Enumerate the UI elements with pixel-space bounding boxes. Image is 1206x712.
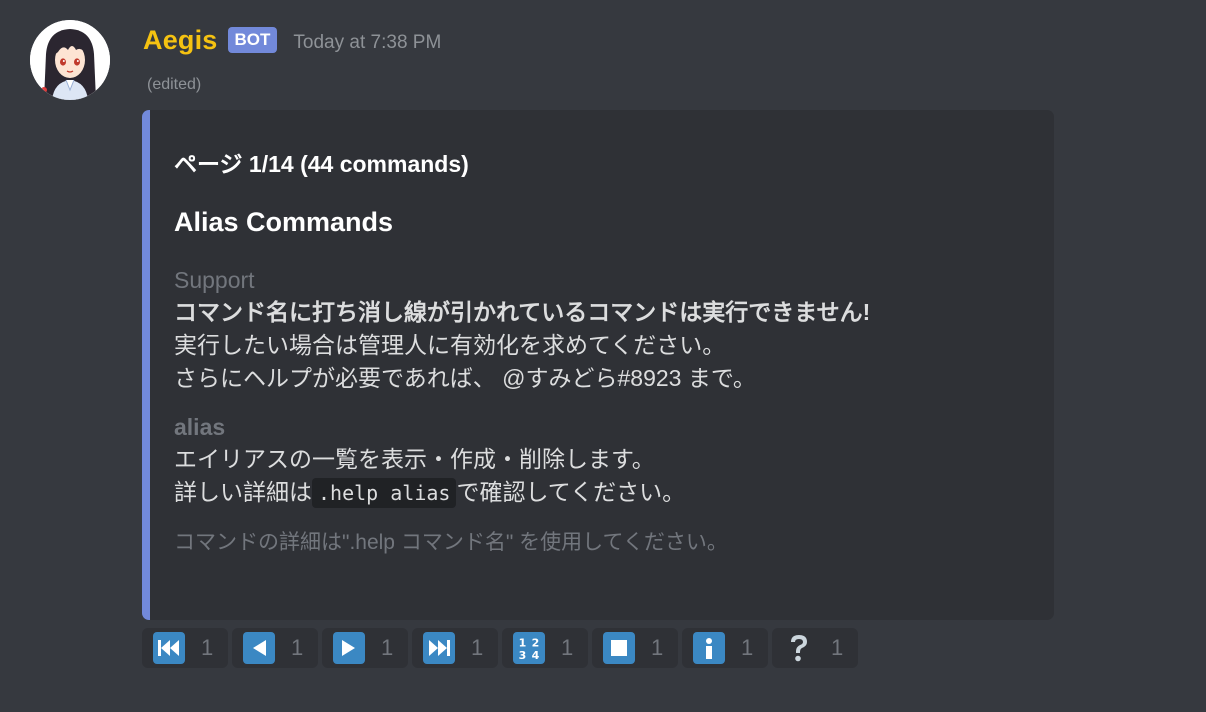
bot-avatar[interactable] [30, 20, 110, 100]
bot-badge: BOT [227, 27, 278, 53]
info-icon [693, 632, 725, 664]
stop-icon [603, 632, 635, 664]
message-header: Aegis BOT Today at 7:38 PM [143, 22, 441, 58]
username[interactable]: Aegis [143, 25, 218, 56]
help-embed: ページ 1/14 (44 commands) Alias Commands Su… [142, 110, 1054, 620]
field-value-line: 実行したい場合は管理人に有効化を求めてください。 [174, 332, 726, 358]
field-value-line: さらにヘルプが必要であれば、 @すみどら#8923 まで。 [174, 365, 756, 391]
inline-code: .help alias [312, 478, 457, 508]
avatar-anime-girl-image [30, 20, 110, 100]
reaction-stop[interactable]: 1 [592, 628, 678, 668]
embed-color-bar [142, 110, 150, 620]
reaction-count: 1 [381, 635, 394, 660]
svg-text:1: 1 [519, 637, 527, 650]
field-value: コマンド名に打ち消し線が引かれているコマンドは実行できません! 実行したい場合は… [174, 296, 1034, 395]
field-name: alias [174, 414, 226, 440]
last-page-icon [423, 632, 455, 664]
help-question-icon [783, 632, 815, 664]
reaction-info[interactable]: 1 [682, 628, 768, 668]
reaction-count: 1 [831, 635, 844, 660]
reaction-next-page[interactable]: 1 [322, 628, 408, 668]
svg-text:3: 3 [519, 649, 527, 661]
embed-content: ページ 1/14 (44 commands) Alias Commands Su… [174, 146, 1034, 558]
embed-author: ページ 1/14 (44 commands) [174, 151, 469, 177]
field-value-prefix: 詳しい詳細は [174, 479, 312, 505]
field-name: Support [174, 267, 255, 293]
embed-field-support: Support コマンド名に打ち消し線が引かれているコマンドは実行できません! … [174, 264, 1034, 395]
reaction-previous-page[interactable]: 1 [232, 628, 318, 668]
field-value: エイリアスの一覧を表示・作成・削除します。 詳しい詳細は .help alias で… [174, 443, 1034, 510]
field-value-suffix: で確認してください。 [456, 479, 686, 505]
reaction-count: 1 [291, 635, 304, 660]
reaction-last-page[interactable]: 1 [412, 628, 498, 668]
embed-field-alias: alias エイリアスの一覧を表示・作成・削除します。 詳しい詳細は .help … [174, 411, 1034, 510]
reaction-count: 1 [471, 635, 484, 660]
previous-page-icon [243, 632, 275, 664]
reaction-count: 1 [741, 635, 754, 660]
field-value-line: エイリアスの一覧を表示・作成・削除します。 [174, 446, 655, 472]
next-page-icon [333, 632, 365, 664]
first-page-icon [153, 632, 185, 664]
reaction-page-number[interactable]: 1 2 3 4 1 [502, 628, 588, 668]
embed-footer: コマンドの詳細は".help コマンド名" を使用してください。 [174, 531, 728, 554]
field-value-line: 詳しい詳細は .help alias で確認してください。 [174, 476, 1034, 510]
edited-indicator: (edited) [147, 76, 202, 93]
reaction-count: 1 [651, 635, 664, 660]
chat-message: Aegis BOT Today at 7:38 PM (edited) ページ … [0, 0, 1206, 712]
reaction-bar: 1 1 1 1 1 2 3 4 1 1 1 1 [142, 628, 858, 668]
field-value-warning: コマンド名に打ち消し線が引かれているコマンドは実行できません! [174, 299, 871, 325]
svg-text:4: 4 [532, 649, 540, 661]
reaction-count: 1 [561, 635, 574, 660]
reaction-first-page[interactable]: 1 [142, 628, 228, 668]
reaction-help[interactable]: 1 [772, 628, 858, 668]
svg-text:2: 2 [532, 637, 540, 650]
message-timestamp[interactable]: Today at 7:38 PM [293, 32, 441, 54]
embed-title: Alias Commands [174, 207, 394, 237]
reaction-count: 1 [201, 635, 214, 660]
page-number-input-icon: 1 2 3 4 [513, 632, 545, 664]
